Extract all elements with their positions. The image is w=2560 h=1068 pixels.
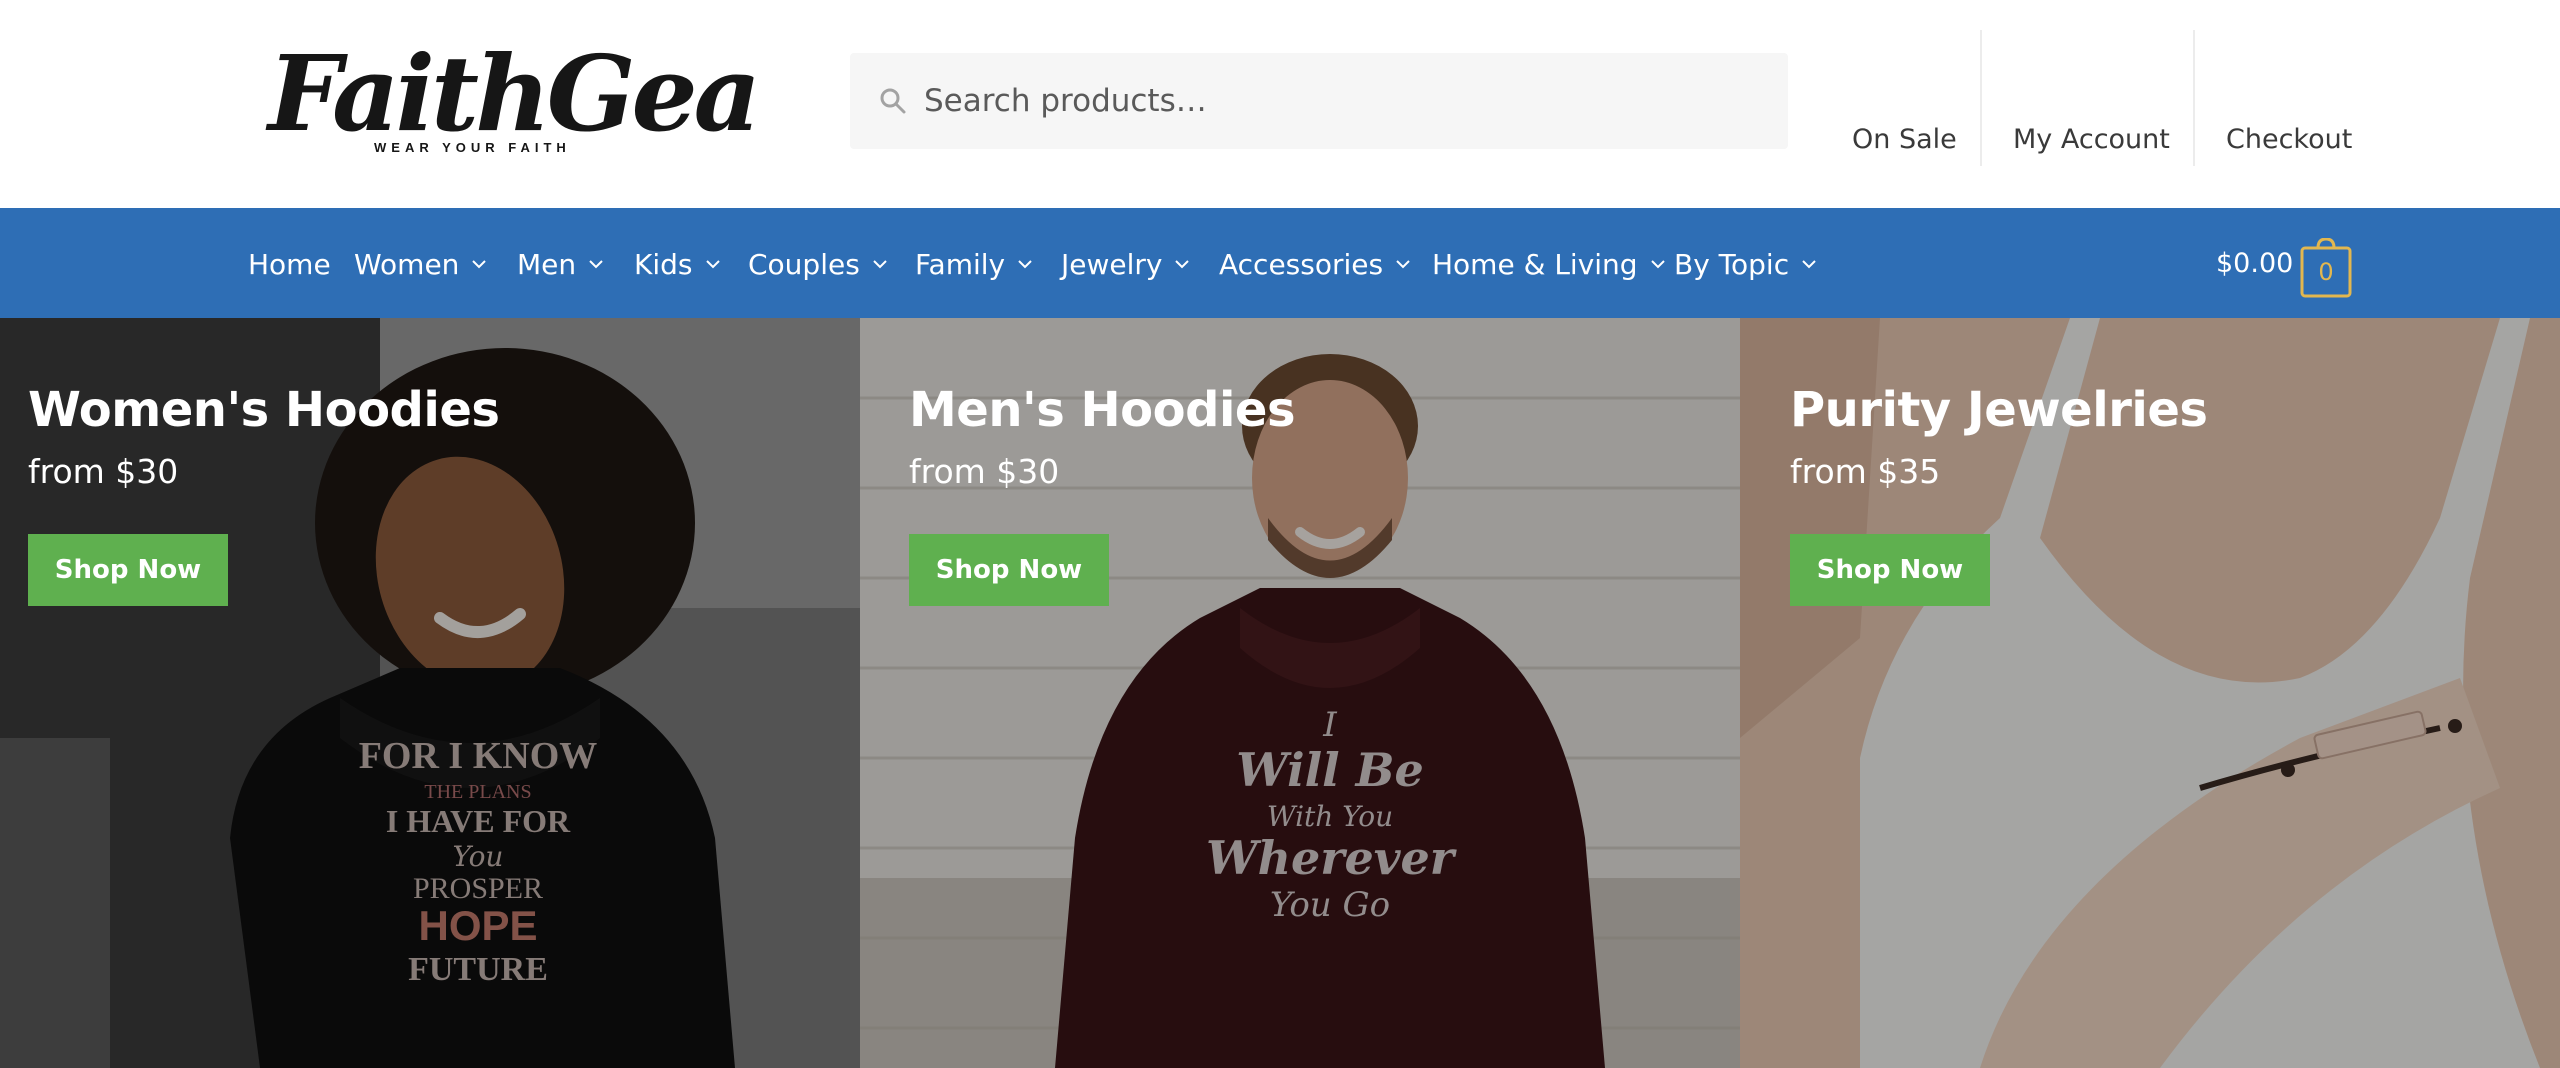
promo-panel-mens-hoodies: I Will Be With You Wherever You Go Men's… <box>860 318 1740 1068</box>
nav-item-label: Home <box>248 247 331 281</box>
chevron-down-icon <box>873 260 887 269</box>
on-sale-link[interactable]: On Sale <box>1852 124 1957 155</box>
product-search-box <box>850 53 1788 149</box>
chevron-down-icon <box>1175 260 1190 269</box>
nav-divider <box>2193 30 2195 166</box>
cart-count: 0 <box>2318 258 2334 286</box>
primary-navigation: Home Women Men Kids Couples Family Jewel… <box>0 208 2560 318</box>
promo-panel-womens-hoodies: FOR I KNOW THE PLANS I HAVE FOR You PROS… <box>0 318 860 1068</box>
nav-item-women[interactable]: Women <box>354 246 487 282</box>
nav-item-accessories[interactable]: Accessories <box>1219 246 1411 282</box>
nav-item-men[interactable]: Men <box>517 246 604 282</box>
chevron-down-icon <box>1018 260 1032 269</box>
panel-price: from $35 <box>1790 452 1941 491</box>
shop-now-button[interactable]: Shop Now <box>28 534 228 606</box>
svg-text:FaithGear: FaithGear <box>265 32 754 155</box>
nav-item-label: Home & Living <box>1432 247 1638 281</box>
my-account-link[interactable]: My Account <box>2013 124 2170 155</box>
panel-price: from $30 <box>909 452 1060 491</box>
secondary-navigation: On Sale My Account Checkout <box>1800 30 2360 166</box>
nav-item-label: Men <box>517 247 577 281</box>
nav-divider <box>1980 30 1982 166</box>
chevron-down-icon <box>1650 260 1665 269</box>
promo-panel-purity-jewelries: Purity Jewelries from $35 Shop Now <box>1740 318 2560 1068</box>
nav-item-kids[interactable]: Kids <box>634 246 721 282</box>
site-header: FaithGear WEAR YOUR FAITH On Sale My Acc… <box>0 0 2560 208</box>
nav-item-label: By Topic <box>1674 247 1790 281</box>
nav-item-jewelry[interactable]: Jewelry <box>1061 246 1190 282</box>
hero-promo-grid: FOR I KNOW THE PLANS I HAVE FOR You PROS… <box>0 318 2560 1068</box>
nav-item-home[interactable]: Home <box>248 246 331 282</box>
shop-now-button[interactable]: Shop Now <box>1790 534 1990 606</box>
nav-item-by-topic[interactable]: By Topic <box>1674 246 1817 282</box>
panel-price: from $30 <box>28 452 179 491</box>
panel-title: Men's Hoodies <box>909 382 1296 438</box>
chevron-down-icon <box>472 260 487 269</box>
chevron-down-icon <box>1396 260 1410 269</box>
nav-item-label: Family <box>915 247 1006 281</box>
svg-text:WEAR YOUR FAITH: WEAR YOUR FAITH <box>374 140 571 155</box>
cart-total[interactable]: $0.00 <box>2216 248 2293 279</box>
panel-title: Women's Hoodies <box>28 382 500 438</box>
nav-item-label: Couples <box>748 247 860 281</box>
nav-item-label: Accessories <box>1219 247 1384 281</box>
chevron-down-icon <box>589 260 603 269</box>
search-icon <box>880 88 906 114</box>
chevron-down-icon <box>1802 260 1816 269</box>
nav-item-label: Women <box>354 247 460 281</box>
panel-title: Purity Jewelries <box>1790 382 2208 438</box>
nav-item-label: Kids <box>634 247 693 281</box>
checkout-link[interactable]: Checkout <box>2226 124 2352 155</box>
search-input[interactable] <box>924 53 1764 149</box>
nav-item-home-living[interactable]: Home & Living <box>1432 246 1666 282</box>
nav-item-label: Jewelry <box>1061 247 1163 281</box>
site-logo[interactable]: FaithGear WEAR YOUR FAITH <box>262 30 754 166</box>
chevron-down-icon <box>705 260 720 269</box>
shop-now-button[interactable]: Shop Now <box>909 534 1109 606</box>
nav-item-family[interactable]: Family <box>915 246 1033 282</box>
nav-item-couples[interactable]: Couples <box>748 246 888 282</box>
